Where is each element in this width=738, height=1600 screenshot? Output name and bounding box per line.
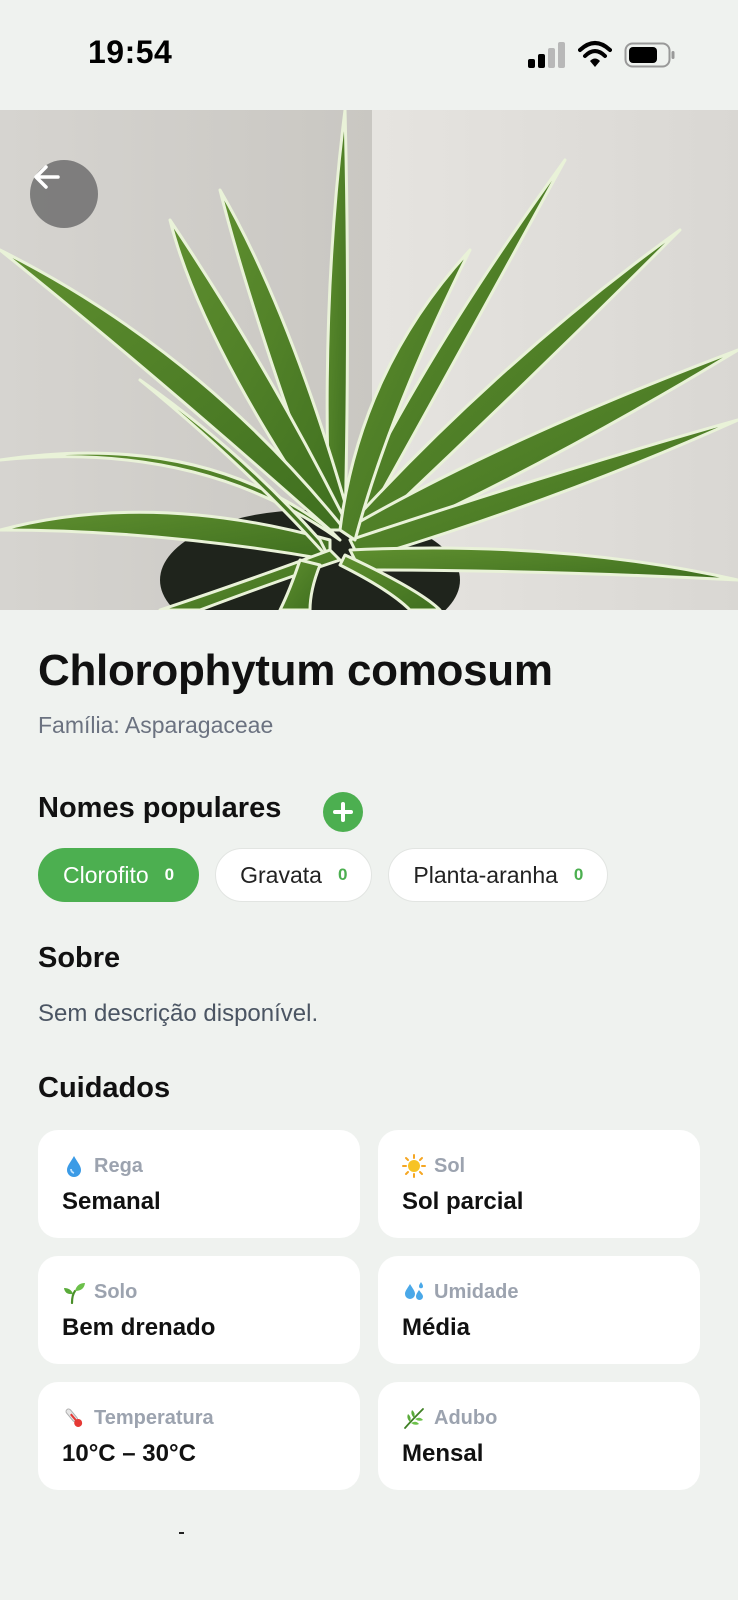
add-popular-name-button[interactable]: [323, 792, 363, 832]
herb-icon: [404, 1408, 424, 1429]
care-value: Bem drenado: [62, 1314, 216, 1341]
care-value: Semanal: [62, 1188, 161, 1215]
sun-icon: [402, 1154, 426, 1178]
care-card-umidade: Umidade Média: [378, 1256, 700, 1364]
chip-vote-count: 0: [573, 865, 584, 884]
thermometer-icon: [65, 1408, 83, 1427]
care-card-rega: Rega Semanal: [38, 1130, 360, 1238]
plant-scientific-name: Chlorophytum comosum: [38, 646, 553, 695]
popular-names-heading: Nomes populares: [38, 792, 282, 824]
chip-vote-count: 0: [337, 865, 348, 884]
plus-icon: [333, 802, 353, 822]
chip-label: Clorofito: [63, 861, 149, 888]
plant-family: Família: Asparagaceae: [38, 712, 274, 738]
chip-clorofito[interactable]: Clorofito 0: [38, 848, 200, 902]
seedling-icon: [64, 1283, 85, 1304]
chip-label: Gravata: [240, 861, 322, 888]
battery-icon: [624, 42, 675, 68]
care-card-solo: Solo Bem drenado: [38, 1256, 360, 1364]
care-value: 10°C – 30°C: [62, 1440, 196, 1467]
about-heading: Sobre: [38, 942, 121, 974]
care-heading: Cuidados: [38, 1072, 171, 1104]
wifi-icon: [578, 41, 612, 67]
arrow-left-icon: [34, 165, 60, 189]
care-label-text: Solo: [94, 1280, 138, 1303]
care-label-text: Umidade: [434, 1280, 519, 1303]
care-value: Mensal: [402, 1440, 484, 1467]
care-label-text: Temperatura: [94, 1406, 214, 1429]
care-value: Média: [402, 1314, 471, 1341]
water-drop-icon: [67, 1156, 81, 1177]
popular-names-chips: Clorofito 0 Gravata 0 Planta-aranha 0: [38, 848, 609, 902]
chip-vote-count: 0: [164, 865, 175, 884]
scroll-indicator: [179, 1532, 184, 1534]
droplets-icon: [405, 1282, 423, 1300]
chip-planta-aranha[interactable]: Planta-aranha 0: [388, 848, 609, 902]
chip-gravata[interactable]: Gravata 0: [215, 848, 373, 902]
plant-illustration: [0, 110, 738, 610]
care-card-sol: Sol Sol parcial: [378, 1130, 700, 1238]
status-time: 19:54: [88, 34, 173, 70]
chip-label: Planta-aranha: [413, 861, 558, 888]
care-label-text: Rega: [94, 1154, 143, 1177]
care-label-text: Sol: [434, 1154, 466, 1177]
care-card-adubo: Adubo Mensal: [378, 1382, 700, 1490]
care-label-text: Adubo: [434, 1406, 498, 1429]
back-button[interactable]: [30, 160, 98, 228]
cellular-signal-icon: [528, 42, 565, 68]
status-bar: 19:54: [0, 0, 738, 110]
plant-photo: [0, 110, 738, 610]
care-card-temperatura: Temperatura 10°C – 30°C: [38, 1382, 360, 1490]
care-value: Sol parcial: [402, 1188, 524, 1215]
about-text: Sem descrição disponível.: [38, 1000, 319, 1027]
